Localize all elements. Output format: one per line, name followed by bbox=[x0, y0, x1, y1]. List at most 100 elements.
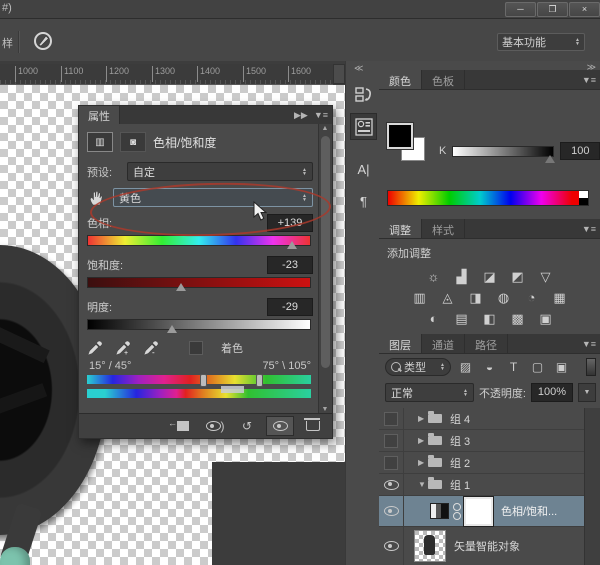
layer-mask-icon[interactable]: ◙ bbox=[120, 132, 146, 152]
properties-scrollbar[interactable]: ▲ ▼ bbox=[318, 124, 332, 414]
range-handle[interactable] bbox=[200, 374, 207, 387]
black-swatch[interactable] bbox=[579, 198, 588, 205]
filter-image-icon[interactable]: ▨ bbox=[456, 360, 475, 375]
layer-row-hue-saturation[interactable]: 色相/饱和... bbox=[379, 496, 585, 527]
hue-saturation-icon[interactable]: ▥ bbox=[410, 290, 429, 305]
mask-link-icon[interactable] bbox=[453, 503, 460, 520]
hue-slider[interactable] bbox=[87, 235, 311, 246]
filter-type-icon[interactable]: T bbox=[504, 360, 523, 375]
filter-type-combo[interactable]: 类型 ▲▼ bbox=[385, 358, 451, 376]
tab-styles[interactable]: 样式 bbox=[422, 219, 465, 238]
visibility-eye-icon[interactable] bbox=[384, 480, 399, 490]
tab-swatches[interactable]: 色板 bbox=[422, 70, 465, 89]
range-handle[interactable] bbox=[256, 374, 263, 387]
visibility-eye-icon[interactable] bbox=[384, 541, 399, 551]
saturation-value[interactable]: -23 bbox=[267, 256, 313, 274]
brightness-contrast-icon[interactable]: ☼ bbox=[424, 269, 443, 284]
filter-shape-icon[interactable]: ▢ bbox=[528, 360, 547, 375]
smart-object-thumbnail[interactable] bbox=[414, 530, 446, 562]
panel-menu-icon[interactable]: ▼≡ bbox=[582, 75, 596, 85]
hue-ramp-top[interactable] bbox=[87, 375, 311, 384]
view-previous-state-icon[interactable]: ) bbox=[202, 417, 228, 435]
history-panel-icon[interactable] bbox=[350, 81, 377, 108]
preset-dropdown[interactable]: 自定 ▲▼ bbox=[127, 162, 313, 181]
photo-filter-icon[interactable]: ◍ bbox=[494, 290, 513, 305]
panel-menu-icon[interactable]: ▼≡ bbox=[582, 339, 596, 349]
collapse-panel-icon[interactable]: ▶▶ bbox=[294, 110, 308, 121]
selected-range-indicator[interactable] bbox=[221, 386, 243, 393]
curves-icon[interactable]: ◪ bbox=[480, 269, 499, 284]
add-to-sample-eyedropper-icon[interactable]: + bbox=[115, 340, 131, 356]
gradient-map-icon[interactable]: ▩ bbox=[508, 311, 527, 326]
threshold-icon[interactable]: ◧ bbox=[480, 311, 499, 326]
tab-channels[interactable]: 通道 bbox=[422, 334, 465, 353]
lightness-slider-handle[interactable] bbox=[167, 325, 177, 333]
layer-mask-thumbnail[interactable] bbox=[464, 497, 493, 526]
layer-row-group4[interactable]: ▶ 组 4 bbox=[379, 408, 585, 430]
k-value[interactable]: 100 bbox=[560, 142, 600, 160]
k-slider-handle[interactable] bbox=[545, 155, 555, 163]
scroll-down-icon[interactable]: ▼ bbox=[319, 406, 331, 413]
visibility-toggle-off[interactable] bbox=[384, 434, 398, 448]
restore-button[interactable]: ❐ bbox=[537, 2, 568, 17]
tab-paths[interactable]: 路径 bbox=[465, 334, 508, 353]
properties-panel-icon[interactable] bbox=[350, 113, 377, 140]
channel-mixer-icon[interactable]: ◔ bbox=[522, 290, 541, 305]
collapse-arrow-icon[interactable]: ▼ bbox=[418, 480, 428, 489]
workspace-selector[interactable]: 基本功能 ▲▼ bbox=[497, 33, 585, 51]
white-swatch[interactable] bbox=[579, 191, 588, 198]
paragraph-panel-icon[interactable]: ¶ bbox=[350, 188, 377, 215]
color-balance-icon[interactable]: ◬ bbox=[438, 290, 457, 305]
exposure-icon[interactable]: ◩ bbox=[508, 269, 527, 284]
layers-scroll-strip[interactable] bbox=[584, 408, 600, 565]
visibility-toggle-off[interactable] bbox=[384, 412, 398, 426]
hue-slider-handle[interactable] bbox=[287, 241, 297, 249]
saturation-slider-handle[interactable] bbox=[176, 283, 186, 291]
panel-menu-icon[interactable]: ▼≡ bbox=[582, 224, 596, 234]
sample-ring-icon[interactable] bbox=[32, 30, 54, 52]
visibility-toggle-off[interactable] bbox=[384, 456, 398, 470]
visibility-eye-icon[interactable] bbox=[384, 506, 399, 516]
tab-properties[interactable]: 属性 bbox=[79, 106, 120, 124]
layer-row-group2[interactable]: ▶ 组 2 bbox=[379, 452, 585, 474]
adjustment-layer-icon[interactable]: ▥ bbox=[87, 132, 113, 152]
hue-ramp-bottom[interactable] bbox=[87, 389, 311, 398]
filter-smart-object-icon[interactable]: ▣ bbox=[552, 360, 571, 375]
k-slider[interactable] bbox=[452, 146, 554, 157]
minimize-button[interactable]: ─ bbox=[505, 2, 536, 17]
layer-row-group3[interactable]: ▶ 组 3 bbox=[379, 430, 585, 452]
selective-color-icon[interactable]: ▣ bbox=[536, 311, 555, 326]
collapse-dock-icon[interactable]: ≪ bbox=[354, 63, 363, 74]
character-panel-icon[interactable]: A| bbox=[350, 156, 377, 183]
opacity-dropdown-icon[interactable]: ▼ bbox=[578, 383, 596, 402]
adjustment-layer-thumbnail[interactable] bbox=[430, 503, 449, 519]
lightness-slider[interactable] bbox=[87, 319, 311, 330]
expand-arrow-icon[interactable]: ▶ bbox=[418, 414, 428, 423]
close-button[interactable]: × bbox=[569, 2, 600, 17]
blend-mode-dropdown[interactable]: 正常 ▲▼ bbox=[385, 383, 474, 402]
color-spectrum-bar[interactable] bbox=[387, 190, 589, 206]
saturation-slider[interactable] bbox=[87, 277, 311, 288]
posterize-icon[interactable]: ▤ bbox=[452, 311, 471, 326]
layer-row-group1[interactable]: ▼ 组 1 bbox=[379, 474, 585, 496]
subtract-from-sample-eyedropper-icon[interactable]: - bbox=[143, 340, 159, 356]
colorize-checkbox[interactable] bbox=[189, 341, 203, 355]
reset-icon[interactable]: ↺ bbox=[234, 417, 260, 435]
levels-icon[interactable]: ▟ bbox=[452, 269, 471, 284]
black-white-icon[interactable]: ◨ bbox=[466, 290, 485, 305]
eyedropper-icon[interactable] bbox=[87, 340, 103, 356]
lightness-value[interactable]: -29 bbox=[267, 298, 313, 316]
scrollbar-thumb[interactable] bbox=[321, 136, 330, 368]
expand-arrow-icon[interactable]: ▶ bbox=[418, 436, 428, 445]
opacity-value[interactable]: 100% bbox=[531, 383, 573, 402]
visibility-icon[interactable] bbox=[266, 416, 294, 436]
expand-arrow-icon[interactable]: ▶ bbox=[418, 458, 428, 467]
clip-to-layer-icon[interactable] bbox=[170, 417, 196, 435]
panel-menu-icon[interactable]: ▼≡ bbox=[314, 110, 328, 120]
tab-layers[interactable]: 图层 bbox=[379, 334, 422, 353]
delete-icon[interactable] bbox=[300, 417, 326, 435]
tab-color[interactable]: 颜色 bbox=[379, 70, 422, 89]
layer-row-smart-object[interactable]: 矢量智能对象 bbox=[379, 527, 585, 565]
filter-switch-icon[interactable] bbox=[586, 358, 596, 376]
invert-icon[interactable]: ◐ bbox=[424, 311, 443, 326]
